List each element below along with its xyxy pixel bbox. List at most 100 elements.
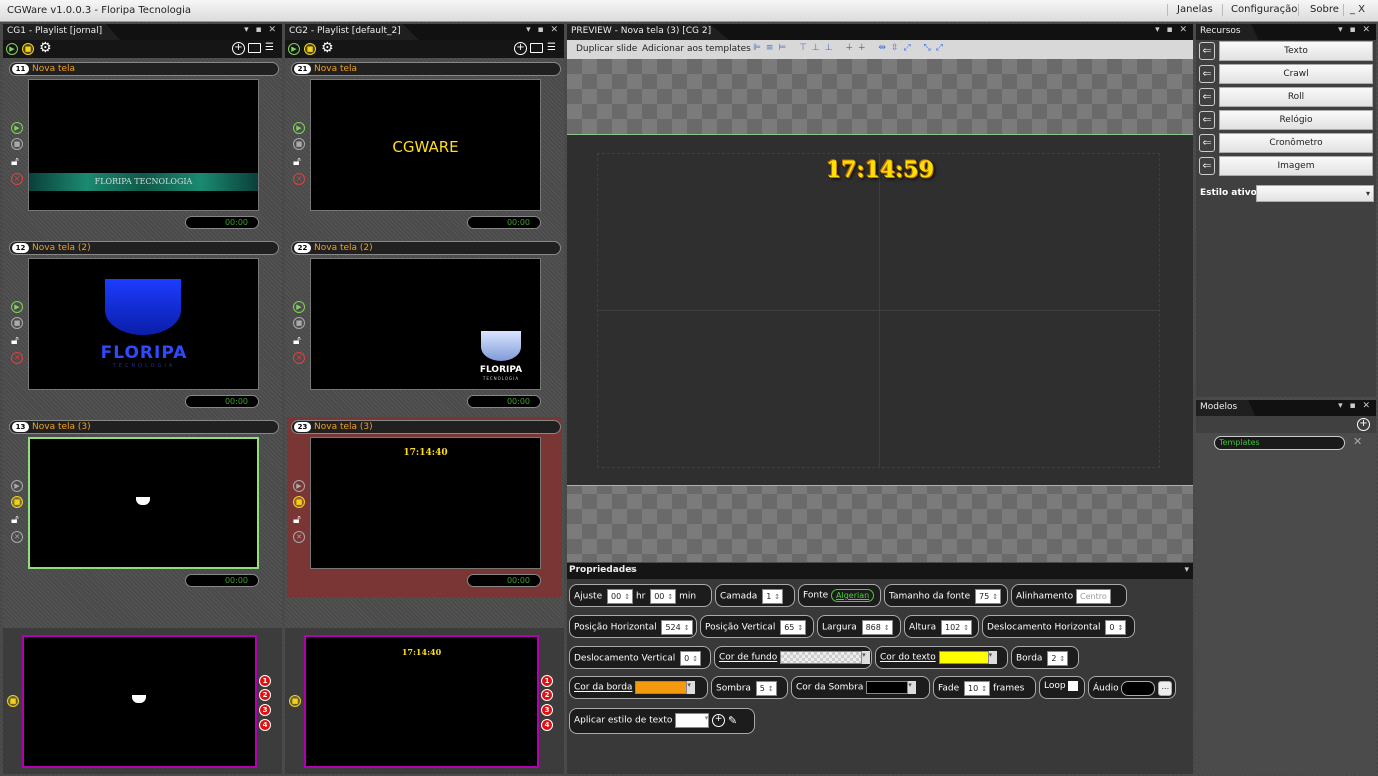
close-tab-icon[interactable]: ×	[629, 565, 637, 575]
add-style-icon[interactable]: +	[712, 714, 726, 727]
remove-icon[interactable]: ✕	[11, 352, 23, 364]
folder-icon[interactable]	[248, 43, 261, 53]
stop-icon[interactable]: ■	[293, 317, 305, 329]
cor-sombra-swatch[interactable]	[866, 681, 909, 694]
slide-thumbnail[interactable]: 17:14:40	[310, 437, 541, 569]
slide-thumbnail[interactable]: CGWARE	[310, 79, 541, 211]
menu-janelas[interactable]: Janelas	[1177, 4, 1213, 15]
insert-arrow-icon[interactable]: ⇐	[1199, 42, 1215, 60]
ajuste-hr-stepper[interactable]: 00	[607, 589, 634, 604]
stop-icon[interactable]: ■	[11, 138, 23, 150]
slide-timer[interactable]: 00:00	[185, 574, 259, 587]
cg2-tab[interactable]: CG2 - Playlist [default_2]	[285, 24, 419, 40]
cronometro-button[interactable]: Cronômetro	[1219, 133, 1373, 153]
camada-stepper[interactable]: 1	[762, 589, 784, 604]
preview-clock-text[interactable]: 17:14:59	[567, 157, 1193, 183]
cor-fundo-link[interactable]: Cor de fundo	[719, 653, 777, 663]
texto-button[interactable]: Texto	[1219, 41, 1373, 61]
output-channel-1[interactable]: 1	[541, 675, 553, 687]
slide-timer[interactable]: 00:00	[185, 216, 259, 229]
play-all-icon[interactable]: ▶	[6, 43, 18, 55]
modelos-tab[interactable]: Modelos	[1196, 400, 1256, 416]
dropdown-icon[interactable]: ▾	[687, 681, 696, 694]
remove-icon[interactable]: ✕	[293, 173, 305, 185]
play-icon[interactable]: ▶	[11, 301, 23, 313]
menu-sobre[interactable]: Sobre	[1310, 4, 1339, 15]
posh-stepper[interactable]: 524	[661, 620, 693, 635]
slide-header[interactable]: 13 Nova tela (3)	[9, 420, 279, 434]
desh-stepper[interactable]: 0	[1105, 620, 1127, 635]
unlock-icon[interactable]: 🔓︎	[293, 333, 301, 348]
remove-icon[interactable]: ✕	[293, 531, 305, 543]
menu-configuracao[interactable]: Configuração	[1231, 4, 1297, 15]
sombra-stepper[interactable]: 5	[755, 681, 777, 696]
output-channel-4[interactable]: 4	[259, 719, 271, 731]
properties-tab[interactable]: Propriedades	[569, 565, 637, 575]
slide-timer[interactable]: 00:00	[185, 395, 259, 408]
stop-all-icon[interactable]: ■	[304, 43, 316, 55]
ajuste-min-stepper[interactable]: 00	[650, 589, 677, 604]
remove-icon[interactable]: ✕	[293, 352, 305, 364]
play-icon[interactable]: ▶	[293, 122, 305, 134]
output-channel-1[interactable]: 1	[259, 675, 271, 687]
slide-timer[interactable]: 00:00	[467, 216, 541, 229]
play-icon[interactable]: ▶	[11, 480, 23, 492]
cor-texto-swatch[interactable]	[938, 651, 989, 664]
output-channel-2[interactable]: 2	[541, 689, 553, 701]
output-channel-4[interactable]: 4	[541, 719, 553, 731]
panel-controls[interactable]: ▾ ▪ ✕	[1155, 25, 1189, 35]
stop-icon[interactable]: ■	[293, 496, 305, 508]
chevron-down-icon[interactable]: ▾	[1184, 565, 1189, 575]
recursos-tab[interactable]: Recursos	[1196, 24, 1259, 40]
dropdown-icon[interactable]: ▾	[862, 651, 871, 664]
slide-thumbnail[interactable]: FLORIPA TECNOLOGIA	[28, 79, 259, 211]
remove-icon[interactable]: ✕	[11, 173, 23, 185]
insert-arrow-icon[interactable]: ⇐	[1199, 134, 1215, 152]
output-channel-2[interactable]: 2	[259, 689, 271, 701]
output-channel-3[interactable]: 3	[259, 704, 271, 716]
cor-borda-swatch[interactable]	[635, 681, 688, 694]
stop-icon[interactable]: ■	[11, 317, 23, 329]
altura-stepper[interactable]: 102	[940, 620, 973, 635]
estilo-ativo-select[interactable]: ▾	[1256, 185, 1374, 202]
window-controls[interactable]: _ X	[1350, 4, 1365, 15]
slide-header[interactable]: 11 Nova tela	[9, 62, 279, 76]
crawl-button[interactable]: Crawl	[1219, 64, 1373, 84]
play-icon[interactable]: ▶	[293, 301, 305, 313]
add-slide-icon[interactable]: +	[232, 42, 245, 55]
dropdown-icon[interactable]: ▾	[908, 681, 917, 694]
edit-pencil-icon[interactable]: ✎	[728, 714, 737, 727]
insert-arrow-icon[interactable]: ⇐	[1199, 111, 1215, 129]
slide-thumbnail[interactable]: FLORIPA TECNOLOGIA	[28, 258, 259, 390]
output-stop-icon[interactable]: ■	[289, 695, 301, 707]
output-channel-3[interactable]: 3	[541, 704, 553, 716]
fade-stepper[interactable]: 10	[964, 681, 991, 696]
slide-timer[interactable]: 00:00	[467, 574, 541, 587]
panel-controls[interactable]: ▾ ▪ ✕	[244, 25, 278, 35]
slide-header[interactable]: 12 Nova tela (2)	[9, 241, 279, 255]
output-stop-icon[interactable]: ■	[7, 695, 19, 707]
play-icon[interactable]: ▶	[293, 480, 305, 492]
dropdown-icon[interactable]: ▾	[988, 651, 997, 664]
stop-icon[interactable]: ■	[293, 138, 305, 150]
cor-fundo-swatch[interactable]	[780, 651, 863, 664]
unlock-icon[interactable]: 🔓︎	[293, 154, 301, 169]
templates-search-input[interactable]: Templates	[1214, 436, 1345, 450]
insert-arrow-icon[interactable]: ⇐	[1199, 65, 1215, 83]
imagem-button[interactable]: Imagem	[1219, 156, 1373, 176]
loop-checkbox[interactable]	[1068, 681, 1079, 691]
desv-stepper[interactable]: 0	[680, 651, 702, 666]
audio-browse-button[interactable]: ...	[1158, 681, 1173, 696]
add-model-icon[interactable]: +	[1357, 418, 1370, 431]
slide-thumbnail[interactable]	[28, 437, 259, 569]
preview-tab[interactable]: PREVIEW - Nova tela (3) [CG 2]	[567, 24, 730, 40]
unlock-icon[interactable]: 🔓︎	[11, 333, 19, 348]
estilo-select[interactable]: ▾	[675, 713, 710, 728]
roll-button[interactable]: Roll	[1219, 87, 1373, 107]
add-slide-icon[interactable]: +	[514, 42, 527, 55]
play-icon[interactable]: ▶	[11, 122, 23, 134]
posv-stepper[interactable]: 65	[780, 620, 807, 635]
stop-icon[interactable]: ■	[11, 496, 23, 508]
slide-header[interactable]: 21 Nova tela	[291, 62, 561, 76]
slide-thumbnail[interactable]: FLORIPA TECNOLOGIA	[310, 258, 541, 390]
